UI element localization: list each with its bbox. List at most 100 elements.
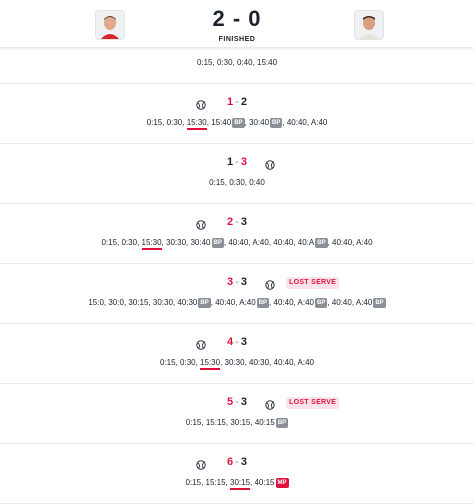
- break-point-badge: BP: [315, 238, 328, 248]
- game-row: 1-3 0:15, 0:30, 0:40: [0, 143, 474, 204]
- point-score: 0:40: [237, 58, 253, 67]
- match-score: 2 - 0: [212, 6, 262, 31]
- game-score-left: 1: [227, 96, 234, 108]
- point-score: 30:15: [230, 418, 251, 427]
- point-sequence: 0:15, 15:15, 30:15, 40:15 BP: [185, 418, 289, 428]
- point-score: 30:0: [108, 298, 124, 307]
- break-point-badge: BP: [232, 118, 245, 128]
- break-point-badge: BP: [275, 418, 289, 428]
- point-score: 40:40: [273, 298, 294, 307]
- score-separator: -: [235, 456, 239, 468]
- player-photo-icon: [355, 11, 383, 39]
- point-score: 30:15: [128, 298, 149, 307]
- point-score: 0:15: [159, 358, 176, 367]
- point-score: 15:0: [88, 298, 104, 307]
- game-row: 0:15, 0:30, 0:40, 15:40: [0, 47, 474, 84]
- serve-ball-icon: [265, 157, 275, 170]
- away-player-avatar[interactable]: [354, 10, 384, 40]
- break-point-badge: BP: [198, 298, 211, 308]
- point-sequence: 0:15, 15:15, 30:15, 40:15 MP: [0, 478, 474, 490]
- point-score: 30:30: [224, 358, 245, 367]
- point-sequence: 0:15, 0:30, 0:40: [209, 178, 265, 187]
- game-row: 1-2 0:15, 0:30, 15:30, 15:40 BP, 30:40 BP, …: [0, 83, 474, 144]
- point-score: 40:40: [215, 298, 236, 307]
- game-score: 4-3: [0, 336, 474, 350]
- point-score: 0:15: [101, 238, 118, 247]
- point-score: 0:15: [185, 478, 202, 487]
- point-score: 0:15: [209, 178, 225, 187]
- point-score: 40:40: [273, 358, 294, 367]
- serve-ball-icon: [196, 337, 206, 350]
- score-separator: -: [235, 156, 239, 168]
- game-score: 3-3: [0, 276, 474, 290]
- game-score-right: 3: [240, 336, 247, 348]
- point-sequence: 15:0, 30:0, 30:15, 30:30, 40:30 BP, 40:40…: [88, 298, 386, 308]
- game-score-right: 2: [240, 96, 247, 108]
- point-score: 0:30: [180, 358, 196, 367]
- game-row: 4-3 0:15, 0:30, 15:30, 30:30, 40:30, 40:4…: [0, 323, 474, 384]
- game-row: 6-3 0:15, 15:15, 30:15, 40:15 MP: [0, 443, 474, 504]
- game-score-left: 3: [227, 276, 234, 288]
- score-separator: -: [235, 336, 239, 348]
- serve-ball-icon: [196, 217, 206, 230]
- game-score: 2-3: [0, 216, 474, 230]
- game-score: 1-3: [0, 156, 474, 170]
- point-score: 40:30: [177, 298, 198, 307]
- point-score: 15:30: [200, 358, 221, 370]
- point-score: 30:30: [166, 238, 187, 247]
- point-score: A:40: [297, 298, 315, 307]
- point-score: 15:30: [141, 238, 162, 250]
- game-score-left: 5: [227, 396, 234, 408]
- point-score: 30:30: [152, 298, 173, 307]
- point-score: 0:15: [146, 118, 163, 127]
- point-score: A:40: [297, 358, 315, 367]
- point-sequence: 0:15, 0:30, 15:30, 15:40 BP, 30:40 BP, 40:…: [0, 118, 474, 130]
- game-score-right: 3: [240, 216, 247, 228]
- point-score: 0:30: [166, 118, 183, 127]
- game-score-right: 3: [240, 396, 247, 408]
- point-score: 40:30: [249, 358, 270, 367]
- game-score-right: 3: [240, 456, 247, 468]
- match-status: FINISHED: [218, 36, 256, 43]
- point-score: 0:30: [216, 58, 233, 67]
- score-separator: -: [235, 96, 239, 108]
- point-score: A:40: [252, 238, 269, 247]
- game-score-right: 3: [240, 156, 247, 168]
- point-score: 15:15: [205, 418, 226, 427]
- break-point-badge: BP: [315, 298, 328, 308]
- point-score: 30:15: [230, 478, 251, 490]
- break-point-badge: BP: [270, 118, 283, 128]
- point-score: 40:40: [332, 238, 353, 247]
- point-score: 40:15: [254, 478, 275, 487]
- score-separator: -: [235, 276, 239, 288]
- point-score: A:40: [356, 238, 373, 247]
- point-score: A:40: [239, 298, 256, 307]
- point-score: 0:30: [229, 178, 245, 187]
- point-score: A:40: [355, 298, 373, 307]
- point-score: 40:40: [228, 238, 249, 247]
- break-point-badge: BP: [211, 238, 224, 248]
- score-separator: -: [235, 396, 239, 408]
- serve-ball-icon: [265, 397, 275, 410]
- game-score-left: 1: [227, 156, 234, 168]
- point-score: 0:15: [185, 418, 202, 427]
- score-separator: -: [235, 216, 239, 228]
- point-score: 30:40: [190, 238, 211, 247]
- match-header: 2 - 0 FINISHED: [0, 0, 474, 47]
- point-score: 0:30: [121, 238, 138, 247]
- break-point-badge: BP: [373, 298, 386, 308]
- serve-ball-icon: [196, 97, 206, 110]
- game-row: 5-3 LOST SERVE 0:15, 15:15, 30:15, 40:15 BP: [0, 383, 474, 444]
- point-score: 0:15: [196, 58, 213, 67]
- game-score: 6-3: [0, 456, 474, 470]
- point-score: 15:30: [186, 118, 207, 130]
- game-score-left: 2: [227, 216, 234, 228]
- point-sequence: 0:15, 0:30, 0:40, 15:40: [196, 58, 278, 67]
- point-score: 40:A: [297, 238, 315, 247]
- point-score: 40:40: [286, 118, 307, 127]
- point-score: 40:15: [254, 418, 275, 427]
- break-point-badge: BP: [256, 298, 270, 308]
- point-score: 15:40: [257, 58, 278, 67]
- game-row: 2-3 0:15, 0:30, 15:30, 30:30, 30:40 BP, 40…: [0, 203, 474, 264]
- game-row: 3-3 LOST SERVE 15:0, 30:0, 30:15, 30:30, 4…: [0, 263, 474, 324]
